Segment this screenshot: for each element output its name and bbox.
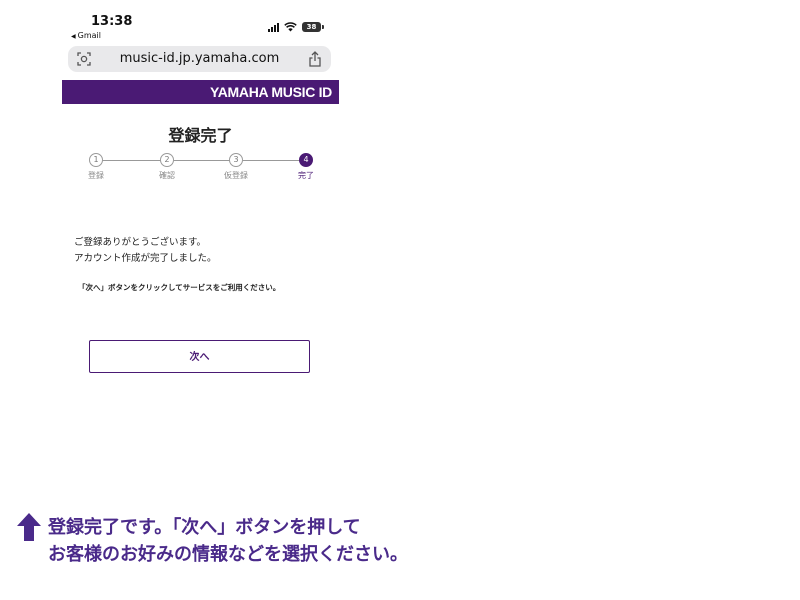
step-label: 確認 <box>159 171 175 180</box>
battery-icon: 38 <box>302 22 324 32</box>
phone-screen: 13:38 ◀ Gmail 38 music-id.jp.yamaha.com Y… <box>62 0 339 400</box>
address-bar[interactable]: music-id.jp.yamaha.com <box>68 46 331 72</box>
progress-stepper: 1 登録 2 確認 3 仮登録 4 完了 <box>62 153 339 187</box>
status-time: 13:38 <box>91 14 133 29</box>
status-icons: 38 <box>268 21 324 33</box>
completion-message: アカウント作成が完了しました。 <box>74 253 217 264</box>
step-label: 完了 <box>298 171 314 180</box>
arrow-up-icon <box>17 513 41 541</box>
instruction-caption: 登録完了です。「次へ」ボタンを押して お客様のお好みの情報などを選択ください。 <box>48 514 408 568</box>
caption-line-1: 登録完了です。「次へ」ボタンを押して <box>48 517 361 538</box>
step-1: 1 登録 <box>76 153 116 181</box>
step-4-current: 4 完了 <box>286 153 326 181</box>
brand-logo[interactable]: YAMAHA MUSIC ID <box>210 84 332 100</box>
page-title: 登録完了 <box>168 126 233 145</box>
next-button[interactable]: 次へ <box>89 340 310 373</box>
back-app-label: Gmail <box>77 31 101 40</box>
step-label: 仮登録 <box>224 171 248 180</box>
url-text: music-id.jp.yamaha.com <box>119 51 280 66</box>
step-2: 2 確認 <box>147 153 187 181</box>
wifi-icon <box>284 22 297 32</box>
instruction-note: 「次へ」ボタンをクリックしてサービスをご利用ください。 <box>78 283 281 292</box>
share-icon[interactable] <box>308 51 322 67</box>
step-number: 2 <box>160 153 174 167</box>
step-label: 登録 <box>88 171 104 180</box>
step-number: 1 <box>89 153 103 167</box>
back-arrow-icon: ◀ <box>71 33 76 40</box>
thanks-message: ご登録ありがとうございます。 <box>74 237 207 248</box>
step-number: 3 <box>229 153 243 167</box>
step-number: 4 <box>299 153 313 167</box>
back-to-app-link[interactable]: ◀ Gmail <box>71 31 101 40</box>
site-banner: YAMAHA MUSIC ID <box>62 80 339 104</box>
cellular-signal-icon <box>268 22 279 32</box>
caption-line-2: お客様のお好みの情報などを選択ください。 <box>48 544 408 565</box>
step-3: 3 仮登録 <box>216 153 256 181</box>
